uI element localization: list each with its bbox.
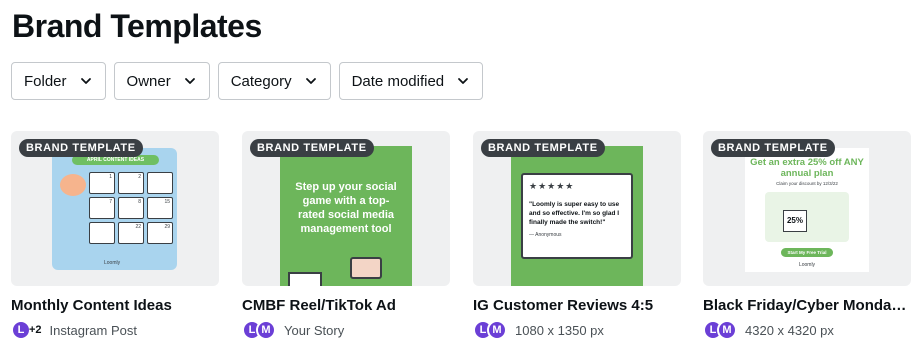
promo-illustration — [765, 192, 849, 242]
template-title[interactable]: Black Friday/Cyber Monday S... — [703, 297, 911, 314]
calendar-grid: 1 2 7 8 15 22 29 — [89, 172, 173, 244]
date-modified-filter-button[interactable]: Date modified — [338, 62, 484, 100]
calendar-day: 7 — [109, 199, 112, 205]
folder-filter-label: Folder — [24, 72, 67, 90]
template-card[interactable]: BRAND TEMPLATE Step up your social game … — [242, 131, 450, 341]
owner-avatars: L M — [703, 320, 737, 340]
template-card[interactable]: BRAND TEMPLATE APRIL CONTENT IDEAS 1 2 7… — [11, 131, 219, 341]
calendar-cell: 7 — [89, 197, 115, 219]
calendar-day: 8 — [138, 199, 141, 205]
calendar-day: 22 — [135, 224, 141, 230]
template-meta: L M Your Story — [242, 319, 450, 341]
calendar-preview: APRIL CONTENT IDEAS 1 2 7 8 15 22 29 Loo… — [52, 148, 177, 270]
promo-subtext: Claim your discount by 12/3/22 — [776, 181, 838, 186]
star-rating-icon: ★★★★★ — [529, 181, 575, 191]
page-title: Brand Templates — [12, 8, 262, 44]
calendar-cell: 29 — [147, 222, 173, 244]
chat-heart-icon — [350, 257, 382, 279]
template-title[interactable]: Monthly Content Ideas — [11, 297, 219, 314]
template-meta: L M 4320 x 4320 px — [703, 319, 911, 341]
more-owners-count: +2 — [29, 324, 42, 336]
calendar-cell: 2 — [118, 172, 144, 194]
date-modified-filter-label: Date modified — [351, 72, 445, 90]
category-filter-button[interactable]: Category — [217, 62, 331, 100]
calendar-day: 29 — [164, 224, 170, 230]
promo-preview: Get an extra 25% off ANY annual plan Cla… — [745, 148, 869, 272]
brand-template-badge: BRAND TEMPLATE — [19, 139, 143, 157]
preview-logo: Loomly — [798, 262, 816, 268]
template-thumbnail[interactable]: BRAND TEMPLATE APRIL CONTENT IDEAS 1 2 7… — [11, 131, 219, 286]
template-size: 4320 x 4320 px — [745, 322, 834, 338]
reel-preview: Step up your social game with a top-rate… — [280, 146, 412, 286]
chevron-down-icon — [80, 78, 91, 84]
calendar-cell: 15 — [147, 197, 173, 219]
chevron-down-icon — [458, 78, 469, 84]
review-quote: "Loomly is super easy to use and so effe… — [529, 201, 620, 226]
calendar-day: 2 — [138, 174, 141, 180]
calendar-day: 15 — [164, 199, 170, 205]
preview-logo: Loomly — [104, 260, 121, 266]
review-author: — Anonymous — [529, 232, 562, 238]
owner-avatars: L +2 — [11, 320, 42, 340]
review-bubble: ★★★★★ "Loomly is super easy to use and s… — [521, 173, 633, 259]
template-meta: L M 1080 x 1350 px — [473, 319, 681, 341]
template-size: 1080 x 1350 px — [515, 322, 604, 338]
template-thumbnail[interactable]: BRAND TEMPLATE Step up your social game … — [242, 131, 450, 286]
avatar: M — [717, 320, 737, 340]
template-meta: L +2 Instagram Post — [11, 319, 219, 341]
calendar-cell — [89, 222, 115, 244]
calendar-day: 1 — [109, 174, 112, 180]
template-thumbnail[interactable]: BRAND TEMPLATE ★★★★★ "Loomly is super ea… — [473, 131, 681, 286]
folder-filter-button[interactable]: Folder — [11, 62, 106, 100]
owner-avatars: L M — [242, 320, 276, 340]
avatar: M — [256, 320, 276, 340]
template-type: Your Story — [284, 322, 345, 338]
calendar-cell: 22 — [118, 222, 144, 244]
brand-template-badge: BRAND TEMPLATE — [711, 139, 835, 157]
brand-template-badge: BRAND TEMPLATE — [250, 139, 374, 157]
brand-template-badge: BRAND TEMPLATE — [481, 139, 605, 157]
filter-bar: Folder Owner Category Date modified — [11, 62, 484, 100]
template-thumbnail[interactable]: BRAND TEMPLATE Get an extra 25% off ANY … — [703, 131, 911, 286]
owner-avatars: L M — [473, 320, 507, 340]
promo-percent: 25% — [783, 210, 807, 232]
avatar: L — [11, 320, 31, 340]
chart-icon — [288, 272, 322, 286]
calendar-cell: 8 — [118, 197, 144, 219]
owner-filter-label: Owner — [126, 72, 171, 90]
promo-headline: Get an extra 25% off ANY annual plan — [750, 157, 864, 179]
template-card[interactable]: BRAND TEMPLATE Get an extra 25% off ANY … — [703, 131, 911, 341]
template-grid: BRAND TEMPLATE APRIL CONTENT IDEAS 1 2 7… — [11, 131, 924, 355]
template-title[interactable]: IG Customer Reviews 4:5 — [473, 297, 681, 314]
chevron-down-icon — [184, 78, 195, 84]
chevron-down-icon — [305, 78, 316, 84]
preview-text: Step up your social game with a top-rate… — [295, 181, 397, 235]
template-type: Instagram Post — [49, 322, 137, 338]
template-card[interactable]: BRAND TEMPLATE ★★★★★ "Loomly is super ea… — [473, 131, 681, 341]
template-title[interactable]: CMBF Reel/TikTok Ad — [242, 297, 450, 314]
review-preview: ★★★★★ "Loomly is super easy to use and s… — [511, 146, 643, 286]
calendar-cell — [147, 172, 173, 194]
calendar-cell: 1 — [89, 172, 115, 194]
sticker-shape — [60, 174, 86, 196]
avatar: M — [487, 320, 507, 340]
owner-filter-button[interactable]: Owner — [113, 62, 210, 100]
category-filter-label: Category — [230, 72, 292, 90]
promo-cta: Start My Free Trial — [781, 248, 833, 257]
